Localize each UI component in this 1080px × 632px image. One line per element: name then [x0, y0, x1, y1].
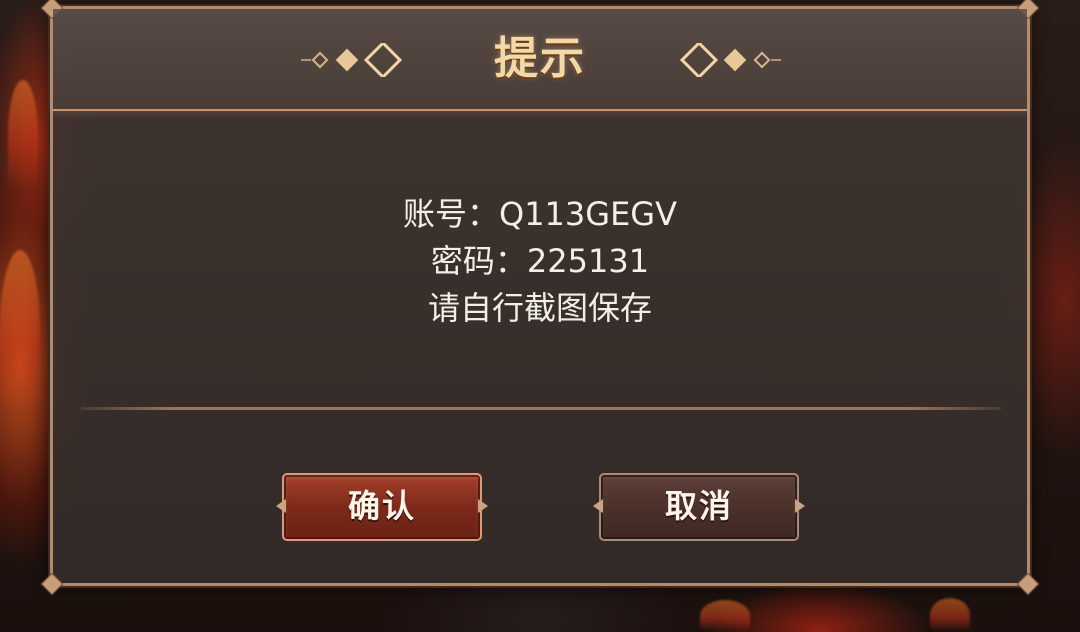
- diamond-ornament-icon: [679, 43, 781, 77]
- cancel-button-label: 取消: [664, 487, 733, 525]
- button-notch-ornament: [795, 499, 805, 513]
- dialog-message: 账号：Q113GEGV 密码：225131 请自行截图保存: [53, 191, 1027, 332]
- button-notch-ornament: [478, 499, 488, 513]
- flame-decoration: [700, 600, 750, 632]
- password-line: 密码：225131: [430, 242, 650, 280]
- flame-decoration: [930, 598, 970, 632]
- dialog-title: 提示: [494, 33, 586, 84]
- button-notch-ornament: [593, 499, 603, 513]
- dialog-header: 提示: [53, 9, 1027, 111]
- flame-decoration: [8, 80, 38, 190]
- button-notch-ornament: [276, 499, 286, 513]
- confirm-button-label: 确认: [347, 487, 416, 525]
- account-info-dialog: 提示 账号：Q113GEGV 密码：225131 请自行截图保存 确认 取消: [40, 0, 1040, 596]
- flame-decoration: [0, 250, 40, 410]
- cancel-button[interactable]: 取消: [593, 473, 799, 541]
- account-line: 账号：Q113GEGV: [403, 195, 677, 233]
- screenshot-hint-line: 请自行截图保存: [427, 289, 652, 327]
- dialog-divider: [81, 407, 1001, 410]
- confirm-button[interactable]: 确认: [276, 473, 482, 541]
